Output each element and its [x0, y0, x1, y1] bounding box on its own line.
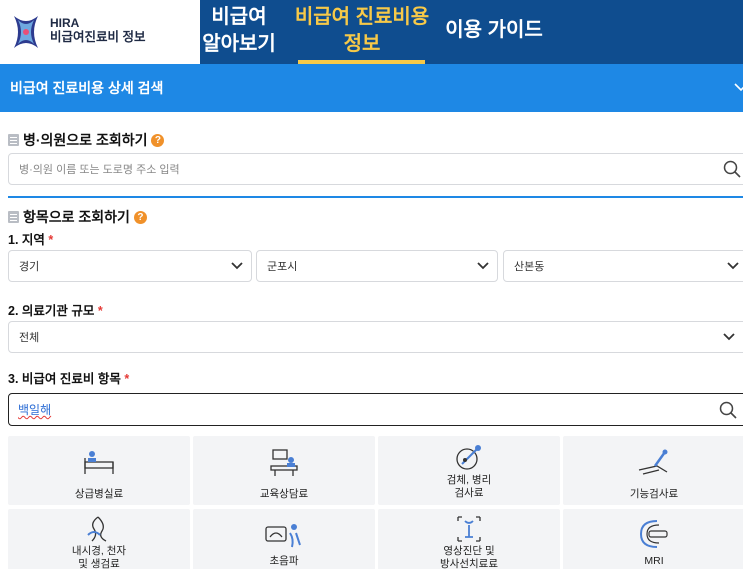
chevron-down-icon	[723, 333, 735, 341]
nav-cost-line2: 정보	[343, 33, 381, 55]
city-value: 군포시	[267, 261, 298, 273]
category-specimen-pathology[interactable]: 검체, 병리 검사료	[378, 436, 560, 505]
search-icon[interactable]	[719, 401, 737, 419]
category-label: 기능검사료	[629, 488, 679, 500]
search-icon[interactable]	[723, 160, 741, 178]
nav-learn-line2: 알아보기	[202, 33, 276, 55]
logo-title: HIRA	[50, 16, 80, 30]
hospital-search-title: 병·의원으로 조회하기 ?	[8, 130, 165, 150]
category-grid: 상급병실료 교육상담료 검체, 병리 검사료 기능검사료 내시경, 천자 및 생…	[8, 436, 743, 569]
chevron-down-icon	[477, 262, 489, 270]
ultrasound-icon	[265, 524, 301, 548]
detail-search-accordion[interactable]: 비급여 진료비용 상세 검색	[0, 64, 743, 112]
chevron-down-icon	[727, 262, 739, 270]
treatment-item-input[interactable]: 백일해	[8, 393, 743, 426]
section-divider	[8, 196, 743, 198]
category-private-room[interactable]: 상급병실료	[8, 436, 190, 505]
hospital-bed-icon	[84, 451, 114, 474]
category-label-line2: 검사료	[454, 487, 484, 499]
category-imaging-radiation[interactable]: 영상진단 및 방사선치료료	[378, 509, 560, 569]
help-icon[interactable]: ?	[133, 210, 147, 224]
required-mark: *	[97, 304, 103, 318]
required-mark: *	[48, 233, 54, 247]
nav-cost-info[interactable]: 비급여 진료비용 정보	[292, 4, 432, 62]
category-label-line1: 영상진단 및	[443, 545, 495, 557]
hospital-search-placeholder: 병·의원 이름 또는 도로명 주소 입력	[19, 164, 180, 176]
category-endoscopy[interactable]: 내시경, 천자 및 생검료	[8, 509, 190, 569]
mri-icon	[639, 520, 668, 548]
help-icon[interactable]: ?	[151, 133, 165, 147]
category-label: MRI	[644, 555, 664, 567]
hospital-search-title-text: 병·의원으로 조회하기	[23, 132, 148, 148]
category-mri[interactable]: MRI	[563, 509, 743, 569]
hira-logo-mark-icon	[14, 16, 38, 48]
scale-value: 전체	[19, 332, 40, 344]
nav-guide-line1: 이용 가이드	[445, 19, 543, 41]
xray-icon	[457, 516, 481, 542]
list-icon	[8, 134, 19, 146]
function-test-icon	[638, 449, 668, 475]
province-value: 경기	[19, 261, 40, 273]
nav-learn-line1: 비급여	[211, 6, 267, 28]
city-select[interactable]: 군포시	[256, 250, 498, 282]
scale-label-text: 2. 의료기관 규모	[8, 304, 95, 318]
dong-select[interactable]: 산본동	[503, 250, 743, 282]
microscope-icon	[456, 445, 481, 470]
scale-label: 2. 의료기관 규모 *	[8, 300, 103, 319]
top-header: HIRA 비급여진료비 정보 비급여 알아보기 비급여 진료비용 정보 이용 가…	[0, 0, 743, 64]
province-select[interactable]: 경기	[8, 250, 252, 282]
category-label: 교육상담료	[259, 488, 309, 500]
endoscope-icon	[87, 516, 107, 542]
category-label-line2: 및 생검료	[78, 558, 120, 569]
item-search-title-text: 항목으로 조회하기	[23, 209, 130, 225]
list-icon	[8, 211, 19, 223]
item-label-text: 3. 비급여 진료비 항목	[8, 372, 121, 386]
chevron-down-icon	[734, 83, 743, 92]
chevron-down-icon	[231, 262, 243, 270]
region-label-text: 1. 지역	[8, 233, 45, 247]
category-label-line1: 내시경, 천자	[71, 545, 127, 557]
item-label: 3. 비급여 진료비 항목 *	[8, 368, 129, 387]
category-function-test[interactable]: 기능검사료	[563, 436, 743, 505]
accordion-label: 비급여 진료비용 상세 검색	[10, 80, 164, 96]
nav-learn-noncovered[interactable]: 비급여 알아보기	[200, 4, 278, 62]
hospital-search-input[interactable]: 병·의원 이름 또는 도로명 주소 입력	[8, 153, 743, 185]
logo-text: HIRA 비급여진료비 정보	[50, 16, 145, 44]
consultation-icon	[270, 449, 298, 476]
dong-value: 산본동	[514, 261, 545, 273]
category-label-line2: 방사선치료료	[440, 558, 498, 569]
logo-subtitle: 비급여진료비 정보	[50, 30, 146, 44]
treatment-item-value: 백일해	[18, 403, 52, 417]
required-mark: *	[124, 372, 130, 386]
category-ultrasound[interactable]: 초음파	[193, 509, 375, 569]
facility-scale-select[interactable]: 전체	[8, 321, 743, 353]
category-label: 상급병실료	[74, 488, 124, 500]
nav-cost-line1: 비급여 진료비용	[294, 6, 430, 28]
region-label: 1. 지역 *	[8, 229, 53, 248]
category-label-line1: 검체, 병리	[446, 474, 492, 486]
category-label: 초음파	[269, 555, 299, 567]
item-search-title: 항목으로 조회하기 ?	[8, 207, 147, 227]
hira-logo[interactable]: HIRA 비급여진료비 정보	[0, 0, 200, 64]
category-consultation[interactable]: 교육상담료	[193, 436, 375, 505]
